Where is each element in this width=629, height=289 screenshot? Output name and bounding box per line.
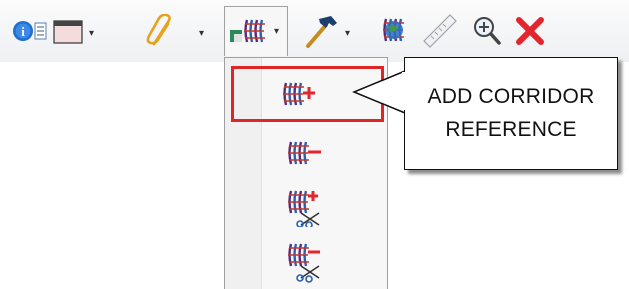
menu-item-add-clip-corridor-reference[interactable] — [233, 180, 381, 227]
callout-seam — [402, 72, 406, 110]
remove-corridor-reference-icon — [287, 140, 321, 166]
toolbar: i ▾ ▾ ▾ ▾ — [0, 0, 629, 62]
corridor-reference-button[interactable]: ▾ — [224, 6, 288, 56]
ruler-button[interactable] — [420, 10, 460, 52]
window-icon — [53, 20, 83, 44]
menu-item-remove-clip-corridor-reference[interactable] — [233, 233, 381, 283]
remove-clip-corridor-reference-icon — [287, 242, 320, 283]
info-list-icon: i — [13, 21, 47, 41]
paperclip-button[interactable] — [146, 10, 176, 52]
info-list-button[interactable]: i — [12, 10, 48, 52]
callout-pointer — [352, 70, 406, 114]
zoom-in-button[interactable] — [472, 10, 502, 52]
paperclip-dropdown-arrow[interactable]: ▾ — [199, 28, 204, 39]
corridor-reference-icon — [230, 18, 267, 43]
hammer-dropdown-arrow[interactable]: ▾ — [345, 28, 350, 39]
window-button[interactable] — [52, 10, 84, 52]
callout-text: ADD CORRIDOR REFERENCE — [427, 84, 595, 141]
hammer-button[interactable] — [304, 10, 340, 52]
close-button[interactable] — [514, 10, 546, 52]
hammer-icon — [306, 16, 337, 48]
ruler-icon — [423, 14, 457, 48]
corridor-globe-button[interactable] — [376, 10, 412, 52]
callout-annotation: ADD CORRIDOR REFERENCE — [404, 57, 618, 170]
window-dropdown-arrow[interactable]: ▾ — [89, 28, 94, 39]
corridor-reference-dropdown-arrow[interactable]: ▾ — [274, 26, 279, 37]
add-clip-corridor-reference-icon — [287, 189, 320, 227]
svg-text:i: i — [21, 24, 25, 39]
close-icon — [516, 17, 544, 45]
corridor-globe-icon — [381, 17, 406, 43]
zoom-in-icon — [474, 17, 501, 45]
paperclip-icon — [146, 14, 171, 46]
menu-item-remove-corridor-reference[interactable] — [233, 131, 381, 175]
add-corridor-reference-icon — [282, 81, 315, 107]
